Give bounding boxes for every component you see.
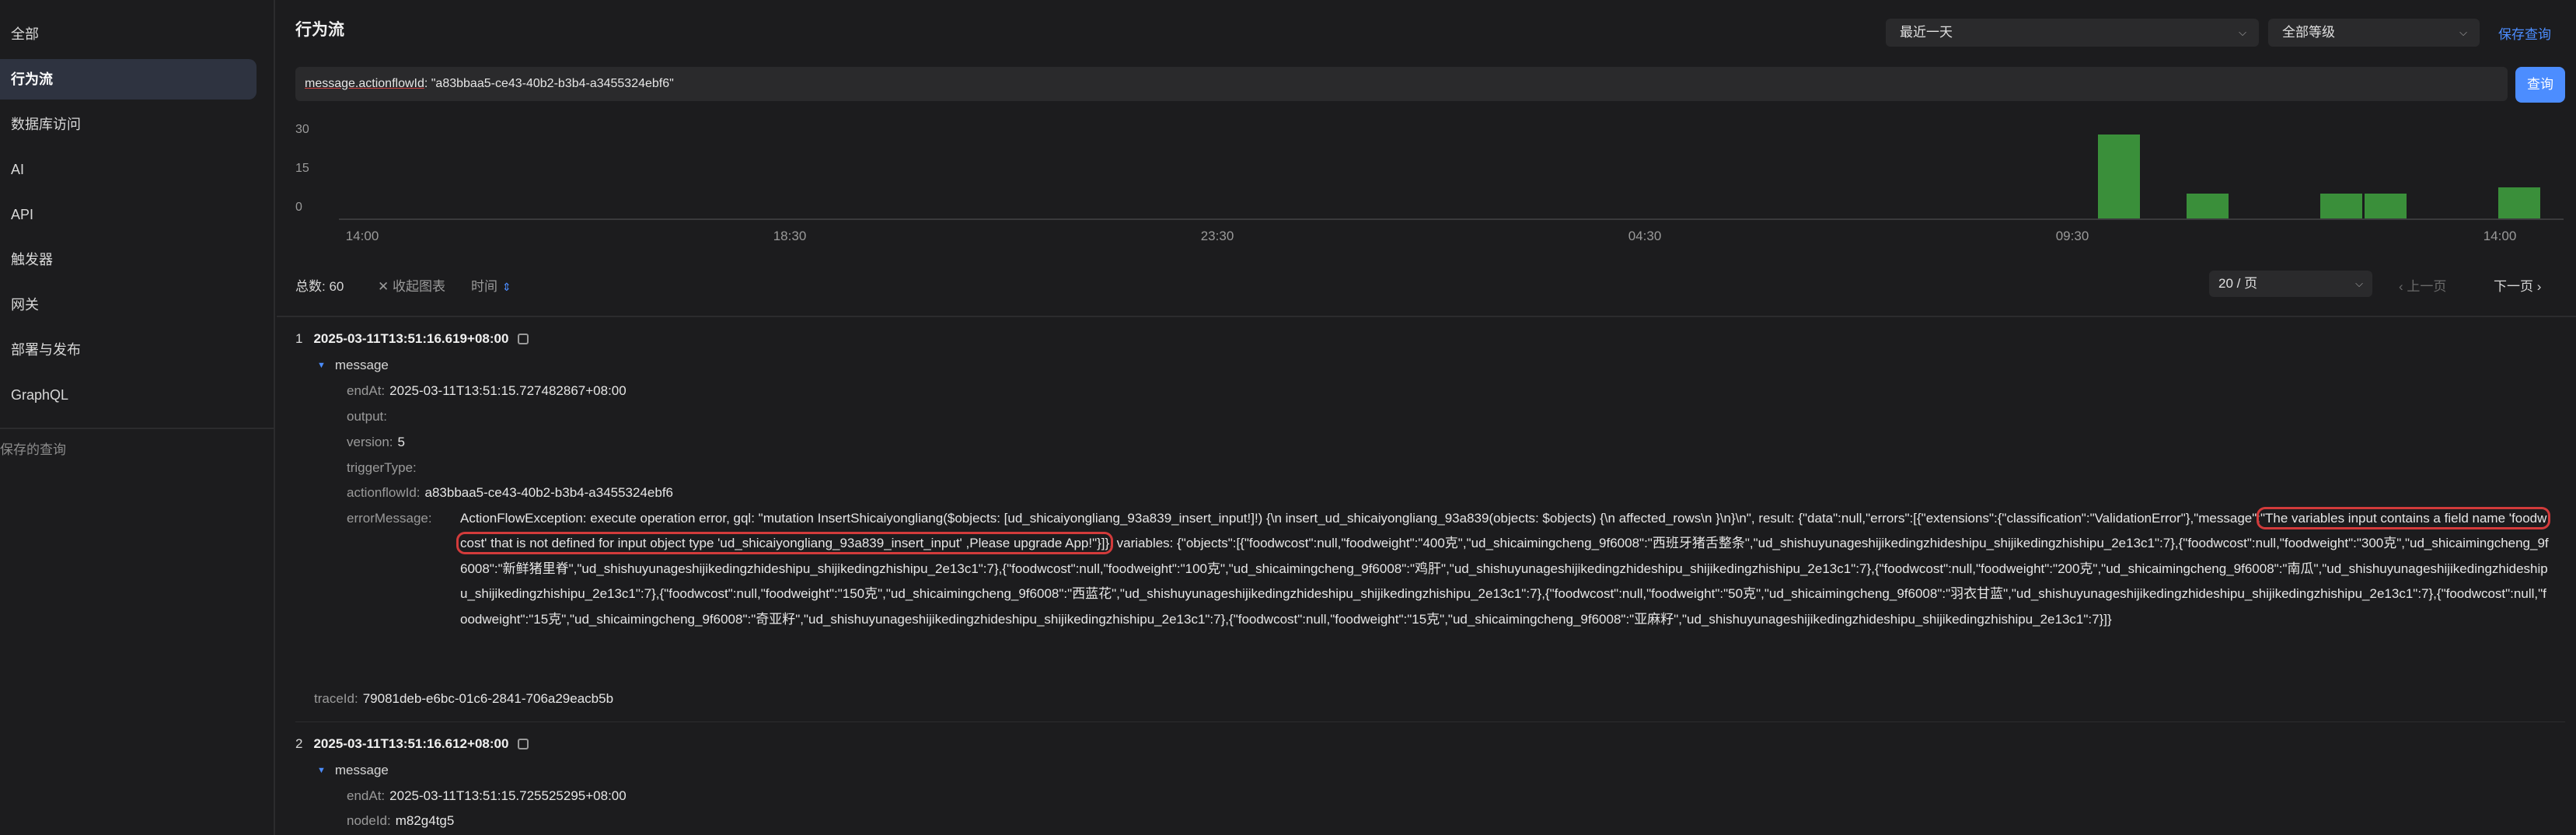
sidebar-item-gateway[interactable]: 网关: [0, 285, 257, 325]
collapse-icon: ✕: [378, 279, 389, 294]
sidebar-divider: [0, 428, 275, 429]
sidebar: 全部 行为流 数据库访问 AI API 触发器 网关 部署与发布 GraphQL…: [0, 0, 275, 835]
x-axis-line: [339, 218, 2564, 220]
level-select[interactable]: 全部等级 ⌵: [2268, 19, 2480, 47]
query-button[interactable]: 查询: [2515, 67, 2565, 103]
field-triggerType: triggerType:: [347, 460, 417, 475]
prev-page-button[interactable]: ‹ 上一页: [2399, 275, 2446, 295]
chevron-down-icon: ⌵: [2239, 26, 2246, 38]
sidebar-item-trigger[interactable]: 触发器: [0, 239, 257, 280]
y-tick-label: 0: [295, 201, 302, 214]
field-actionflowId: actionflowId: a83bbaa5-ce43-40b2-b3b4-a34…: [347, 485, 674, 500]
field-traceId: traceId: 79081deb-e6bc-01c6-2841-706a29ea…: [314, 691, 614, 706]
record-header[interactable]: 1 2025-03-11T13:51:16.619+08:00: [295, 331, 529, 347]
field-errorMessage-value: ActionFlowException: execute operation e…: [456, 506, 2551, 627]
chevron-left-icon: ‹: [2399, 279, 2403, 294]
sidebar-item-api[interactable]: API: [0, 194, 257, 235]
chevron-down-icon: ⌵: [2459, 26, 2467, 38]
message-toggle[interactable]: ▼ message: [317, 763, 389, 778]
sidebar-item-all[interactable]: 全部: [0, 14, 257, 54]
divider: [277, 316, 2576, 317]
sidebar-item-ai[interactable]: AI: [0, 149, 257, 190]
next-page-button[interactable]: 下一页 ›: [2494, 275, 2541, 295]
chevron-down-icon: ⌵: [2355, 278, 2363, 289]
time-range-value: 最近一天: [1900, 25, 1953, 40]
field-errorMessage-label: errorMessage:: [347, 511, 432, 526]
time-range-select[interactable]: 最近一天 ⌵: [1886, 19, 2259, 47]
total-count: 总数: 60: [295, 279, 344, 294]
sidebar-item-actionflow[interactable]: 行为流: [0, 59, 257, 100]
message-toggle[interactable]: ▼ message: [317, 358, 389, 373]
saved-queries-label: 保存的查询: [0, 442, 66, 457]
caret-down-icon: ▼: [317, 766, 326, 775]
sidebar-item-graphql[interactable]: GraphQL: [0, 375, 257, 415]
page-size-select[interactable]: 20 / 页 ⌵: [2209, 271, 2372, 297]
record-timestamp: 2025-03-11T13:51:16.612+08:00: [313, 736, 509, 751]
chart-bar[interactable]: [2320, 194, 2362, 218]
chart-bar[interactable]: [2098, 135, 2140, 218]
level-value: 全部等级: [2282, 25, 2335, 40]
results-toolbar: 总数: 60 ✕ 收起图表 时间 ⇕ 20 / 页 ⌵ ‹ 上一页 下一页 ›: [277, 271, 2576, 297]
field-endAt: endAt: 2025-03-11T13:51:15.727482867+08:0…: [347, 383, 627, 398]
field-output: output:: [347, 409, 387, 424]
x-tick-label: 23:30: [1200, 229, 1234, 243]
chart-bar[interactable]: [2365, 194, 2407, 218]
x-tick-label: 14:00: [2483, 229, 2517, 243]
copy-icon[interactable]: [518, 739, 529, 749]
sort-icon: ⇕: [502, 281, 511, 293]
query-input[interactable]: message.actionflowId: "a83bbaa5-ce43-40b…: [295, 67, 2508, 101]
chart-bar[interactable]: [2498, 187, 2540, 218]
query-key: message.actionflowId: [305, 77, 424, 90]
field-endAt: endAt: 2025-03-11T13:51:15.725525295+08:0…: [347, 788, 627, 803]
caret-down-icon: ▼: [317, 361, 326, 370]
collapse-chart-button[interactable]: ✕ 收起图表: [378, 275, 445, 295]
field-version: version: 5: [347, 435, 405, 449]
record-timestamp: 2025-03-11T13:51:16.619+08:00: [313, 331, 509, 346]
time-sort-button[interactable]: 时间 ⇕: [471, 275, 511, 295]
field-nodeId: nodeId: m82g4tg5: [347, 813, 455, 828]
chevron-right-icon: ›: [2536, 279, 2542, 294]
record-header[interactable]: 2 2025-03-11T13:51:16.612+08:00: [295, 736, 529, 752]
chart-bar[interactable]: [2187, 194, 2229, 218]
x-tick-label: 18:30: [773, 229, 807, 243]
sidebar-item-database-access[interactable]: 数据库访问: [0, 104, 257, 145]
copy-icon[interactable]: [518, 334, 529, 344]
main-panel: 行为流 最近一天 ⌵ 全部等级 ⌵ 保存查询 message.actionflo…: [277, 0, 2576, 835]
save-query-link[interactable]: 保存查询: [2498, 23, 2551, 43]
x-tick-label: 09:30: [2055, 229, 2089, 243]
y-tick-label: 30: [295, 123, 309, 136]
x-tick-label: 14:00: [345, 229, 379, 243]
divider: [295, 721, 2565, 722]
query-value: : "a83bbaa5-ce43-40b2-b3b4-a3455324ebf6": [424, 77, 674, 90]
page-title: 行为流: [295, 21, 344, 39]
y-tick-label: 15: [295, 162, 309, 175]
histogram-chart: 30 15 0 14:00 18:30 23:30 04:30 09:30 14…: [277, 115, 2576, 255]
x-tick-label: 04:30: [1628, 229, 1662, 243]
sidebar-item-deploy[interactable]: 部署与发布: [0, 330, 257, 370]
